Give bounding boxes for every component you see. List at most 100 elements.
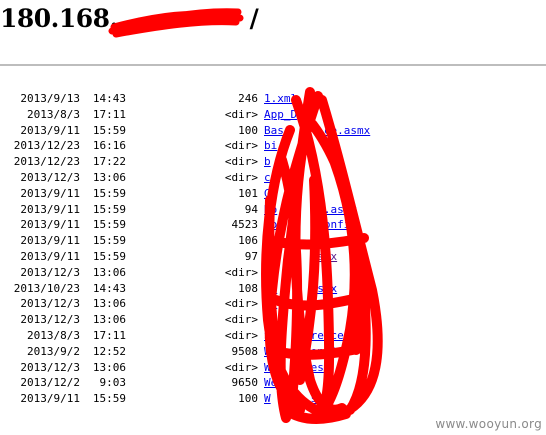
file-link[interactable]: Lo config <box>264 217 357 233</box>
file-time: 13:06 <box>92 297 126 311</box>
file-size: <dir> <box>224 328 258 342</box>
file-link[interactable]: Wsmx <box>264 391 331 407</box>
list-item: 2013/12/23 16:16 <dir> bi <box>0 138 546 154</box>
file-link[interactable]: Pa spx <box>264 281 337 297</box>
file-date: 2013/12/3 <box>20 170 80 184</box>
list-item: 2013/12/3 13:06 <dir> S <box>0 312 546 328</box>
file-link-name: Bas <box>264 123 284 137</box>
file-link[interactable]: Me smx <box>264 249 337 265</box>
file-date: 2013/9/13 <box>20 92 80 105</box>
file-link-name: Pr <box>264 297 278 311</box>
file-date: 2013/10/23 <box>13 281 80 295</box>
file-size: 108 <box>238 281 258 295</box>
file-size: 106 <box>238 234 258 248</box>
list-item: 2013/12/3 13:06 <dir> ob <box>0 265 546 281</box>
file-link[interactable]: We <box>264 375 277 391</box>
file-time: 17:11 <box>92 107 126 121</box>
file-link[interactable]: b <box>264 154 271 170</box>
file-time: 13:06 <box>92 360 126 374</box>
file-link[interactable]: Me asmx <box>264 233 344 249</box>
file-size: <dir> <box>224 139 258 153</box>
file-link-name-tail: spx <box>317 281 338 295</box>
list-item: 2013/8/3 17:11 <dir> App_D <box>0 107 546 123</box>
file-time: 14:43 <box>92 92 126 105</box>
list-item: 2013/9/11 15:59 94 Ho g.asmx <box>0 202 546 218</box>
file-date: 2013/8/3 <box>27 328 80 342</box>
file-date: 2013/9/2 <box>27 344 80 358</box>
directory-listing: 2013/9/13 14:43 246 1.xml 2013/8/3 17:11 <dir>… <box>0 91 546 407</box>
file-link-name-tail: smx <box>317 249 338 263</box>
file-link-name: W <box>264 392 271 406</box>
file-link-name: Ho <box>264 202 278 216</box>
file-date: 2013/9/11 <box>20 218 80 232</box>
file-link[interactable]: 1.xml <box>264 91 297 107</box>
list-item: 2013/12/2 9:03 9650 We <box>0 375 546 391</box>
file-size: <dir> <box>224 360 258 374</box>
file-time: 16:16 <box>92 139 126 153</box>
file-link-name: ob <box>264 265 278 279</box>
list-item: 2013/10/23 14:43 108 Pa spx <box>0 281 546 297</box>
file-link[interactable]: Wes <box>264 360 324 376</box>
file-time: 15:59 <box>92 218 126 232</box>
list-item: 2013/9/2 12:52 9508 Wonfig <box>0 344 546 360</box>
file-link-name-tail: rences <box>310 328 351 342</box>
file-link[interactable]: bi <box>264 138 277 154</box>
file-link-name: Me <box>264 234 278 248</box>
file-size: 246 <box>238 92 258 105</box>
file-time: 14:43 <box>92 281 126 295</box>
page-title-path: / <box>249 4 259 33</box>
file-date: 2013/12/3 <box>20 297 80 311</box>
file-link-name: 1.xml <box>264 92 298 105</box>
list-item: 2013/12/3 13:06 <dir> Wes <box>0 360 546 376</box>
file-link-name-tail: config <box>317 218 357 232</box>
file-time: 17:22 <box>92 155 126 169</box>
file-size: <dir> <box>224 155 258 169</box>
file-link[interactable]: Wonfig <box>264 344 344 360</box>
file-link[interactable]: Gx <box>264 186 317 202</box>
file-link-name-tail: es <box>310 360 324 374</box>
file-link[interactable]: Srences <box>264 328 350 344</box>
file-time: 15:59 <box>92 123 126 137</box>
file-time: 15:59 <box>92 186 126 200</box>
file-link-name: S <box>264 328 271 342</box>
file-time: 15:59 <box>92 392 126 406</box>
list-item: 2013/9/11 15:59 100 Bas ce.asmx <box>0 123 546 139</box>
list-item: 2013/9/11 15:59 100 Wsmx <box>0 391 546 407</box>
file-size: 100 <box>238 392 258 406</box>
file-link[interactable]: App_D <box>264 107 297 123</box>
watermark: www.wooyun.org <box>435 417 542 431</box>
file-link[interactable]: Ho g.asmx <box>264 202 357 218</box>
file-size: 97 <box>244 249 258 263</box>
file-link[interactable]: ob <box>264 265 277 281</box>
file-date: 2013/9/11 <box>20 249 80 263</box>
file-link[interactable]: S <box>264 312 271 328</box>
file-size: 101 <box>238 186 258 200</box>
file-link[interactable]: c <box>264 170 271 186</box>
list-item: 2013/9/11 15:59 4523 Lo config <box>0 217 546 233</box>
horizontal-rule <box>0 64 546 66</box>
file-size: <dir> <box>224 313 258 327</box>
file-link-name: Me <box>264 249 278 263</box>
file-date: 2013/9/11 <box>20 123 80 137</box>
file-link-name: c <box>264 170 271 184</box>
file-size: 9650 <box>231 376 259 390</box>
file-link-name: S <box>264 313 271 327</box>
file-link-name-tail: onfig <box>310 344 344 358</box>
file-time: 15:59 <box>92 249 126 263</box>
list-item: 2013/8/3 17:11 <dir> Srences <box>0 328 546 344</box>
file-date: 2013/12/3 <box>20 265 80 279</box>
list-item: 2013/9/11 15:59 97 Me smx <box>0 249 546 265</box>
file-time: 13:06 <box>92 265 126 279</box>
file-link-name-tail: ce.asmx <box>323 123 371 137</box>
file-size: 94 <box>244 202 258 216</box>
list-item: 2013/12/3 13:06 <dir> Pr es <box>0 296 546 312</box>
file-date: 2013/12/3 <box>20 360 80 374</box>
file-link[interactable]: Pr es <box>264 296 331 312</box>
file-link-name-tail: es <box>317 297 331 311</box>
file-date: 2013/9/11 <box>20 202 80 216</box>
file-link[interactable]: Bas ce.asmx <box>264 123 370 139</box>
file-size: 9508 <box>231 344 259 358</box>
file-link-name: App_D <box>264 107 298 121</box>
file-date: 2013/12/23 <box>13 139 80 153</box>
file-link-name: We <box>264 376 278 390</box>
